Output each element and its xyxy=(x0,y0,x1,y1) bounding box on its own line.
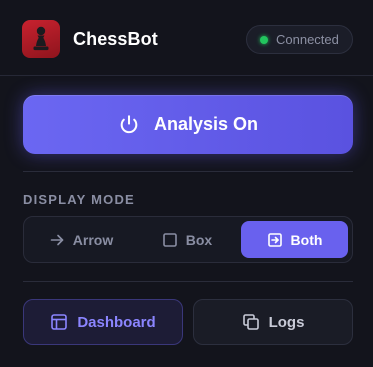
extension-popup: ChessBot Connected Analysis On DISPLAY M… xyxy=(0,0,373,367)
connection-status-badge: Connected xyxy=(246,25,353,54)
display-mode-segmented-control: Arrow Box Both xyxy=(23,216,353,263)
chess-pawn-logo-icon xyxy=(22,20,60,58)
header: ChessBot Connected xyxy=(0,0,373,76)
brand-name: ChessBot xyxy=(73,29,158,49)
square-icon xyxy=(162,232,177,247)
analysis-toggle-label: Analysis On xyxy=(153,114,259,134)
mode-option-label: Box xyxy=(185,231,213,248)
copy-icon xyxy=(242,314,259,330)
dashboard-button[interactable]: Dashboard xyxy=(23,299,183,345)
analysis-toggle-button[interactable]: Analysis On xyxy=(23,95,353,154)
status-dot-icon xyxy=(260,35,268,44)
mode-option-arrow[interactable]: Arrow xyxy=(28,221,134,258)
display-mode-heading: DISPLAY MODE xyxy=(23,192,135,207)
arrow-right-icon xyxy=(50,234,64,245)
layout-icon xyxy=(51,314,68,330)
mode-option-label: Arrow xyxy=(72,231,114,248)
mode-option-box[interactable]: Box xyxy=(134,221,240,258)
box-arrow-icon xyxy=(267,232,282,247)
status-text: Connected xyxy=(276,32,339,47)
divider xyxy=(23,171,353,172)
mode-option-both[interactable]: Both xyxy=(241,221,348,258)
dashboard-button-label: Dashboard xyxy=(77,313,156,331)
mode-option-label: Both xyxy=(290,231,323,248)
power-icon xyxy=(120,114,138,133)
logs-button[interactable]: Logs xyxy=(193,299,353,345)
logs-button-label: Logs xyxy=(268,313,305,331)
divider xyxy=(23,281,353,282)
